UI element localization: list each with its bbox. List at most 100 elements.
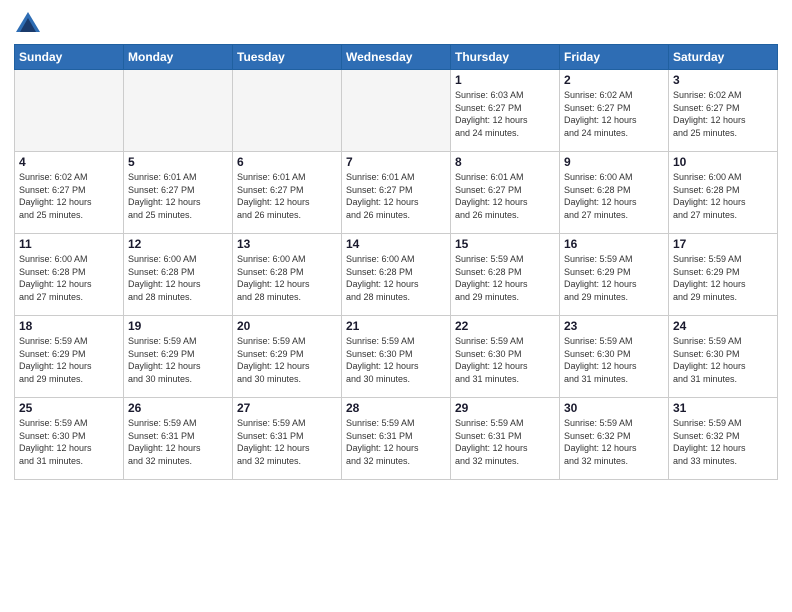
logo [14, 10, 46, 38]
day-info: Sunrise: 5:59 AM Sunset: 6:30 PM Dayligh… [346, 335, 446, 385]
col-header-wednesday: Wednesday [342, 45, 451, 70]
calendar-cell: 23 Sunrise: 5:59 AM Sunset: 6:30 PM Dayli… [560, 316, 669, 398]
day-info: Sunrise: 5:59 AM Sunset: 6:31 PM Dayligh… [237, 417, 337, 467]
day-info: Sunrise: 6:01 AM Sunset: 6:27 PM Dayligh… [455, 171, 555, 221]
calendar-cell: 16Sunrise: 5:59 AM Sunset: 6:29 PM Dayli… [560, 234, 669, 316]
day-number: 16 [564, 237, 664, 251]
calendar-cell: 24Sunrise: 5:59 AM Sunset: 6:30 PM Dayli… [669, 316, 778, 398]
calendar-cell: 5 Sunrise: 6:01 AM Sunset: 6:27 PM Daylig… [124, 152, 233, 234]
day-info: Sunrise: 5:59 AM Sunset: 6:30 PM Dayligh… [564, 335, 664, 385]
calendar-cell: 27 Sunrise: 5:59 AM Sunset: 6:31 PM Dayli… [233, 398, 342, 480]
day-number: 23 [564, 319, 664, 333]
day-number: 25 [19, 401, 119, 415]
calendar-cell [233, 70, 342, 152]
day-info: Sunrise: 5:59 AM Sunset: 6:31 PM Dayligh… [346, 417, 446, 467]
day-info: Sunrise: 5:59 AM Sunset: 6:30 PM Dayligh… [673, 335, 773, 385]
calendar-cell: 6 Sunrise: 6:01 AM Sunset: 6:27 PM Daylig… [233, 152, 342, 234]
col-header-sunday: Sunday [15, 45, 124, 70]
day-info: Sunrise: 6:02 AM Sunset: 6:27 PM Dayligh… [673, 89, 773, 139]
day-number: 27 [237, 401, 337, 415]
day-number: 20 [237, 319, 337, 333]
day-info: Sunrise: 6:00 AM Sunset: 6:28 PM Dayligh… [346, 253, 446, 303]
day-info: Sunrise: 6:03 AM Sunset: 6:27 PM Dayligh… [455, 89, 555, 139]
calendar-cell: 17 Sunrise: 5:59 AM Sunset: 6:29 PM Dayli… [669, 234, 778, 316]
day-number: 6 [237, 155, 337, 169]
calendar-cell: 7 Sunrise: 6:01 AM Sunset: 6:27 PM Daylig… [342, 152, 451, 234]
day-number: 21 [346, 319, 446, 333]
day-info: Sunrise: 6:01 AM Sunset: 6:27 PM Dayligh… [237, 171, 337, 221]
col-header-thursday: Thursday [451, 45, 560, 70]
day-info: Sunrise: 6:01 AM Sunset: 6:27 PM Dayligh… [346, 171, 446, 221]
calendar-cell: 3 Sunrise: 6:02 AM Sunset: 6:27 PM Daylig… [669, 70, 778, 152]
col-header-tuesday: Tuesday [233, 45, 342, 70]
day-number: 12 [128, 237, 228, 251]
calendar-cell: 30 Sunrise: 5:59 AM Sunset: 6:32 PM Dayli… [560, 398, 669, 480]
calendar-cell: 25 Sunrise: 5:59 AM Sunset: 6:30 PM Dayli… [15, 398, 124, 480]
calendar-cell: 8 Sunrise: 6:01 AM Sunset: 6:27 PM Daylig… [451, 152, 560, 234]
day-info: Sunrise: 5:59 AM Sunset: 6:29 PM Dayligh… [19, 335, 119, 385]
calendar-cell: 28Sunrise: 5:59 AM Sunset: 6:31 PM Dayli… [342, 398, 451, 480]
day-number: 19 [128, 319, 228, 333]
page: SundayMondayTuesdayWednesdayThursdayFrid… [0, 0, 792, 612]
day-number: 22 [455, 319, 555, 333]
calendar-cell: 22Sunrise: 5:59 AM Sunset: 6:30 PM Dayli… [451, 316, 560, 398]
day-info: Sunrise: 6:02 AM Sunset: 6:27 PM Dayligh… [564, 89, 664, 139]
calendar-cell: 2 Sunrise: 6:02 AM Sunset: 6:27 PM Daylig… [560, 70, 669, 152]
day-number: 4 [19, 155, 119, 169]
day-info: Sunrise: 6:00 AM Sunset: 6:28 PM Dayligh… [673, 171, 773, 221]
day-info: Sunrise: 5:59 AM Sunset: 6:29 PM Dayligh… [237, 335, 337, 385]
day-info: Sunrise: 5:59 AM Sunset: 6:30 PM Dayligh… [19, 417, 119, 467]
calendar-cell [15, 70, 124, 152]
day-info: Sunrise: 5:59 AM Sunset: 6:31 PM Dayligh… [128, 417, 228, 467]
calendar-cell: 9 Sunrise: 6:00 AM Sunset: 6:28 PM Daylig… [560, 152, 669, 234]
calendar-cell: 14 Sunrise: 6:00 AM Sunset: 6:28 PM Dayli… [342, 234, 451, 316]
day-number: 2 [564, 73, 664, 87]
day-info: Sunrise: 5:59 AM Sunset: 6:29 PM Dayligh… [128, 335, 228, 385]
calendar-cell: 13 Sunrise: 6:00 AM Sunset: 6:28 PM Dayli… [233, 234, 342, 316]
day-info: Sunrise: 6:00 AM Sunset: 6:28 PM Dayligh… [564, 171, 664, 221]
day-number: 29 [455, 401, 555, 415]
day-info: Sunrise: 5:59 AM Sunset: 6:32 PM Dayligh… [564, 417, 664, 467]
calendar-week-row: 4 Sunrise: 6:02 AM Sunset: 6:27 PM Daylig… [15, 152, 778, 234]
calendar-week-row: 1Sunrise: 6:03 AM Sunset: 6:27 PM Daylig… [15, 70, 778, 152]
day-info: Sunrise: 6:00 AM Sunset: 6:28 PM Dayligh… [19, 253, 119, 303]
day-info: Sunrise: 5:59 AM Sunset: 6:32 PM Dayligh… [673, 417, 773, 467]
day-number: 17 [673, 237, 773, 251]
day-number: 3 [673, 73, 773, 87]
day-number: 8 [455, 155, 555, 169]
day-number: 15 [455, 237, 555, 251]
day-number: 18 [19, 319, 119, 333]
calendar-week-row: 18 Sunrise: 5:59 AM Sunset: 6:29 PM Dayli… [15, 316, 778, 398]
day-number: 31 [673, 401, 773, 415]
day-number: 14 [346, 237, 446, 251]
day-number: 7 [346, 155, 446, 169]
calendar-header-row: SundayMondayTuesdayWednesdayThursdayFrid… [15, 45, 778, 70]
calendar-cell: 15Sunrise: 5:59 AM Sunset: 6:28 PM Dayli… [451, 234, 560, 316]
day-info: Sunrise: 6:00 AM Sunset: 6:28 PM Dayligh… [128, 253, 228, 303]
calendar-cell: 12 Sunrise: 6:00 AM Sunset: 6:28 PM Dayli… [124, 234, 233, 316]
day-number: 30 [564, 401, 664, 415]
calendar-cell: 1Sunrise: 6:03 AM Sunset: 6:27 PM Daylig… [451, 70, 560, 152]
calendar-cell: 19 Sunrise: 5:59 AM Sunset: 6:29 PM Dayli… [124, 316, 233, 398]
calendar-cell: 10Sunrise: 6:00 AM Sunset: 6:28 PM Dayli… [669, 152, 778, 234]
day-number: 11 [19, 237, 119, 251]
calendar-week-row: 25 Sunrise: 5:59 AM Sunset: 6:30 PM Dayli… [15, 398, 778, 480]
day-info: Sunrise: 5:59 AM Sunset: 6:29 PM Dayligh… [673, 253, 773, 303]
day-number: 9 [564, 155, 664, 169]
day-info: Sunrise: 6:02 AM Sunset: 6:27 PM Dayligh… [19, 171, 119, 221]
calendar-cell: 18 Sunrise: 5:59 AM Sunset: 6:29 PM Dayli… [15, 316, 124, 398]
logo-icon [14, 10, 42, 38]
day-info: Sunrise: 5:59 AM Sunset: 6:31 PM Dayligh… [455, 417, 555, 467]
day-number: 13 [237, 237, 337, 251]
day-info: Sunrise: 6:01 AM Sunset: 6:27 PM Dayligh… [128, 171, 228, 221]
calendar-cell: 29 Sunrise: 5:59 AM Sunset: 6:31 PM Dayli… [451, 398, 560, 480]
calendar-cell: 31 Sunrise: 5:59 AM Sunset: 6:32 PM Dayli… [669, 398, 778, 480]
col-header-saturday: Saturday [669, 45, 778, 70]
calendar-cell [342, 70, 451, 152]
calendar-cell: 11 Sunrise: 6:00 AM Sunset: 6:28 PM Dayli… [15, 234, 124, 316]
day-number: 5 [128, 155, 228, 169]
calendar-cell: 20 Sunrise: 5:59 AM Sunset: 6:29 PM Dayli… [233, 316, 342, 398]
day-info: Sunrise: 6:00 AM Sunset: 6:28 PM Dayligh… [237, 253, 337, 303]
calendar-cell: 4 Sunrise: 6:02 AM Sunset: 6:27 PM Daylig… [15, 152, 124, 234]
calendar-cell: 21 Sunrise: 5:59 AM Sunset: 6:30 PM Dayli… [342, 316, 451, 398]
